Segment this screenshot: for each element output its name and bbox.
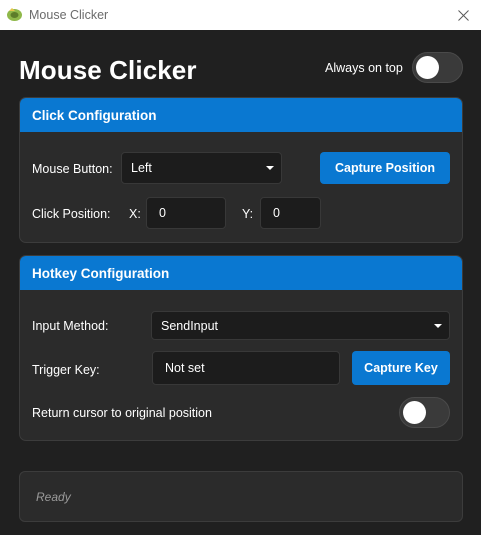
x-position-field[interactable]: 0 (146, 197, 226, 229)
chevron-down-icon (434, 323, 442, 328)
status-bar: Ready (19, 471, 463, 522)
capture-position-button[interactable]: Capture Position (320, 152, 450, 184)
capture-key-button[interactable]: Capture Key (352, 351, 450, 385)
trigger-key-label: Trigger Key: (32, 363, 100, 377)
hotkey-configuration-card: Hotkey Configuration Input Method: SendI… (19, 255, 463, 441)
page-title: Mouse Clicker (19, 55, 197, 85)
hotkey-configuration-header: Hotkey Configuration (20, 256, 462, 290)
input-method-value: SendInput (161, 318, 218, 333)
toggle-knob (416, 56, 439, 79)
y-label: Y: (242, 207, 254, 221)
mouse-button-dropdown[interactable]: Left (121, 152, 282, 184)
y-position-field[interactable]: 0 (260, 197, 321, 229)
mouse-button-value: Left (131, 161, 152, 175)
toggle-knob (403, 401, 426, 424)
close-icon (457, 9, 469, 21)
click-configuration-header: Click Configuration (20, 98, 462, 132)
close-button[interactable] (445, 0, 481, 30)
input-method-label: Input Method: (32, 319, 109, 333)
title-bar[interactable]: Mouse Clicker (0, 0, 481, 30)
click-position-label: Click Position: (32, 207, 111, 221)
window-title: Mouse Clicker (29, 8, 109, 22)
mouse-button-label: Mouse Button: (32, 162, 113, 176)
always-on-top-label: Always on top (325, 61, 403, 75)
click-configuration-card: Click Configuration Mouse Button: Left C… (19, 97, 463, 243)
main-window: Mouse Clicker Always on top Click Config… (0, 30, 481, 535)
chevron-down-icon (266, 166, 274, 170)
mouse-app-icon (7, 8, 22, 21)
always-on-top-toggle[interactable] (412, 52, 463, 83)
trigger-key-field[interactable]: Not set (152, 351, 340, 385)
return-cursor-label: Return cursor to original position (32, 406, 212, 420)
status-text: Ready (36, 490, 71, 504)
x-label: X: (129, 207, 141, 221)
input-method-dropdown[interactable]: SendInput (151, 311, 450, 340)
return-cursor-toggle[interactable] (399, 397, 450, 428)
